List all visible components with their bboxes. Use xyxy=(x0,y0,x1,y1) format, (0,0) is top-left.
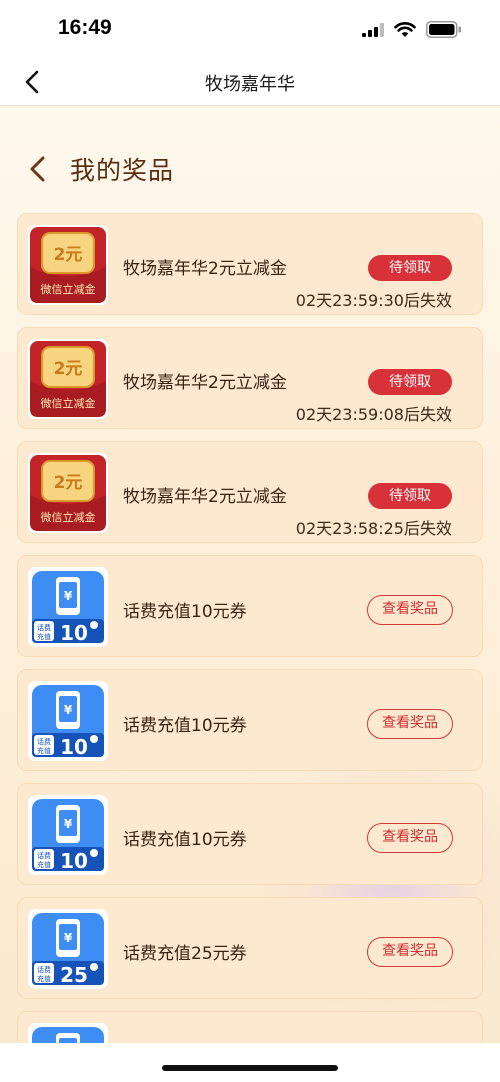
wifi-icon xyxy=(394,21,416,37)
red-envelope-thumbnail: 2元 微信立减金 xyxy=(28,339,108,419)
red-envelope-icon: 2元 微信立减金 xyxy=(28,225,108,305)
red-envelope-thumbnail: 2元 微信立减金 xyxy=(28,453,108,533)
phone-recharge-icon: ¥ 话费 充值 10 xyxy=(28,795,108,875)
svg-text:10: 10 xyxy=(60,735,88,759)
expire-countdown: 02天23:59:08后失效 xyxy=(295,405,452,424)
svg-text:话费: 话费 xyxy=(37,851,51,860)
prize-card[interactable]: ¥ 话费 充值 10 话费充值10元券 查看奖品 xyxy=(17,555,483,657)
phone-voucher-thumbnail: ¥ 话费 充值 10 xyxy=(28,795,108,875)
phone-recharge-icon: ¥ 话费 充值 10 xyxy=(28,567,108,647)
page-title: 牧场嘉年华 xyxy=(205,74,295,95)
svg-text:¥: ¥ xyxy=(64,931,73,945)
view-prize-button[interactable]: 查看奖品 xyxy=(367,823,453,853)
svg-text:¥: ¥ xyxy=(64,703,73,717)
svg-text:话费: 话费 xyxy=(37,965,51,974)
prize-card[interactable] xyxy=(17,1011,483,1043)
prize-card[interactable]: 2元 微信立减金 牧场嘉年华2元立减金 待领取 02天23:59:30后失效 xyxy=(17,213,483,315)
claim-button[interactable]: 待领取 xyxy=(368,255,452,281)
prize-title: 话费充值10元券 xyxy=(123,716,247,736)
home-area xyxy=(0,1043,500,1082)
phone-voucher-thumbnail xyxy=(28,1023,108,1043)
svg-text:¥: ¥ xyxy=(64,589,73,603)
phone-recharge-icon: ¥ 话费 充值 10 xyxy=(28,681,108,761)
svg-text:10: 10 xyxy=(60,621,88,645)
battery-icon xyxy=(426,21,461,38)
prize-card[interactable]: ¥ 话费 充值 10 话费充值10元券 查看奖品 xyxy=(17,783,483,885)
prize-page: 我的奖品 2元 微信立减金 牧场嘉年华2元立减金 待领取 02天23:59:30… xyxy=(0,107,500,1043)
signal-icon xyxy=(362,22,384,37)
prize-title: 话费充值10元券 xyxy=(123,830,247,850)
claim-button[interactable]: 待领取 xyxy=(368,369,452,395)
svg-text:充值: 充值 xyxy=(37,632,51,641)
red-envelope-icon: 2元 微信立减金 xyxy=(28,453,108,533)
phone-recharge-icon xyxy=(28,1023,108,1043)
claim-button[interactable]: 待领取 xyxy=(368,483,452,509)
phone-recharge-icon: ¥ 话费 充值 25 xyxy=(28,909,108,989)
svg-text:微信立减金: 微信立减金 xyxy=(41,282,96,296)
svg-text:2元: 2元 xyxy=(54,245,83,265)
phone-voucher-thumbnail: ¥ 话费 充值 10 xyxy=(28,567,108,647)
view-prize-button[interactable]: 查看奖品 xyxy=(367,595,453,625)
svg-text:话费: 话费 xyxy=(37,737,51,746)
status-time: 16:49 xyxy=(58,16,112,39)
svg-text:2元: 2元 xyxy=(54,359,83,379)
prize-title: 牧场嘉年华2元立减金 xyxy=(123,487,287,507)
view-prize-button[interactable]: 查看奖品 xyxy=(367,709,453,739)
red-envelope-icon: 2元 微信立减金 xyxy=(28,339,108,419)
prize-title: 话费充值25元券 xyxy=(123,944,247,964)
prize-card[interactable]: 2元 微信立减金 牧场嘉年华2元立减金 待领取 02天23:58:25后失效 xyxy=(17,441,483,543)
prize-title: 牧场嘉年华2元立减金 xyxy=(123,259,287,279)
svg-text:25: 25 xyxy=(60,963,88,987)
svg-text:微信立减金: 微信立减金 xyxy=(41,396,96,410)
view-prize-button[interactable]: 查看奖品 xyxy=(367,937,453,967)
red-envelope-thumbnail: 2元 微信立减金 xyxy=(28,225,108,305)
status-icons xyxy=(362,21,462,38)
expire-countdown: 02天23:59:30后失效 xyxy=(295,291,452,310)
svg-text:话费: 话费 xyxy=(37,623,51,632)
status-bar: 16:49 xyxy=(0,0,500,58)
section-header: 我的奖品 xyxy=(26,151,174,187)
svg-text:充值: 充值 xyxy=(37,860,51,869)
nav-bar: 牧场嘉年华 xyxy=(0,58,500,106)
home-indicator[interactable] xyxy=(162,1065,338,1071)
section-back-icon[interactable] xyxy=(26,154,50,184)
prize-title: 牧场嘉年华2元立减金 xyxy=(123,373,287,393)
svg-text:充值: 充值 xyxy=(37,746,51,755)
svg-text:2元: 2元 xyxy=(54,473,83,493)
phone-voucher-thumbnail: ¥ 话费 充值 25 xyxy=(28,909,108,989)
svg-text:10: 10 xyxy=(60,849,88,873)
svg-text:微信立减金: 微信立减金 xyxy=(41,510,96,524)
svg-text:充值: 充值 xyxy=(37,974,51,983)
expire-countdown: 02天23:58:25后失效 xyxy=(295,519,452,538)
phone-voucher-thumbnail: ¥ 话费 充值 10 xyxy=(28,681,108,761)
svg-text:¥: ¥ xyxy=(64,817,73,831)
prize-title: 话费充值10元券 xyxy=(123,602,247,622)
prize-card[interactable]: ¥ 话费 充值 25 话费充值25元券 查看奖品 xyxy=(17,897,483,999)
section-title: 我的奖品 xyxy=(70,156,175,185)
prize-card[interactable]: 2元 微信立减金 牧场嘉年华2元立减金 待领取 02天23:59:08后失效 xyxy=(17,327,483,429)
prize-card[interactable]: ¥ 话费 充值 10 话费充值10元券 查看奖品 xyxy=(17,669,483,771)
